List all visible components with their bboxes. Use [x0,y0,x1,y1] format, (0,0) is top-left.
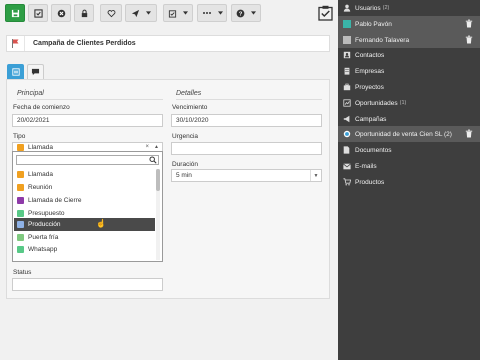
chevron-down-icon [217,11,223,15]
tab-form[interactable] [7,64,24,79]
fecha-label: Fecha de comienzo [13,104,70,111]
email-icon [338,163,355,170]
sidebar-item-emails[interactable]: E-mails [338,158,480,174]
search-icon [149,156,157,164]
square-gray-icon [338,36,355,44]
send-button[interactable] [125,4,157,22]
tipo-dropdown: Llamada Reunión Llamada de Cierre Presup… [12,151,163,262]
dropdown-option-llamada-cierre[interactable]: Llamada de Cierre [14,194,155,207]
color-swatch [17,210,24,217]
dropdown-option-whatsapp[interactable]: Whatsapp [14,243,155,256]
help-button[interactable]: ? [231,4,261,22]
tipo-label: Tipo [13,133,26,140]
save-button[interactable] [5,4,25,22]
check-square-icon [33,8,43,18]
chevron-down-icon [146,11,151,15]
vencimiento-field[interactable]: 30/10/2020 [171,114,322,127]
sidebar: Usuarios (2) Pablo Pavón Fernando Talave… [338,0,480,360]
chevron-down-icon[interactable]: ▼ [310,170,321,181]
dropdown-option-reunion[interactable]: Reunión [14,181,155,194]
dropdown-search-input[interactable] [16,155,159,165]
urgencia-label: Urgencia [172,133,199,140]
lock-button[interactable] [74,4,94,22]
lock-icon [81,9,87,17]
record-title-bar: Campaña de Clientes Perdidos [6,35,330,52]
fecha-field[interactable]: 20/02/2021 [12,114,163,127]
hand-cursor-icon: ☝ [96,219,106,228]
dropdown-option-llamada[interactable]: Llamada [14,168,155,181]
contacts-icon [338,51,355,59]
cancel-circle-icon [57,9,65,17]
chevron-down-icon [183,11,188,15]
sidebar-item-documentos[interactable]: Documentos [338,142,480,158]
sidebar-item-empresas[interactable]: Empresas [338,63,480,79]
cancel-button[interactable] [51,4,71,22]
opportunity-icon [338,99,355,107]
section-detalles: Detalles [176,90,322,100]
send-icon [131,9,140,17]
dropdown-option-produccion[interactable]: Producción ☝ [14,218,155,231]
color-swatch [17,221,24,228]
status-label: Status [13,269,32,276]
more-icon [202,12,211,14]
task-menu-button[interactable] [163,4,193,22]
duracion-label: Duración [172,161,199,168]
clear-icon[interactable]: × [145,144,149,150]
status-field[interactable] [12,278,163,291]
chevron-up-icon[interactable]: ▲ [154,144,159,150]
duracion-select[interactable]: 5 min ▼ [171,169,322,182]
toolbar: ? [0,0,338,27]
sidebar-item-oportunidades[interactable]: Oportunidades (1) [338,95,480,111]
color-swatch [17,234,24,241]
briefcase-icon [338,83,355,91]
sidebar-item-campanas[interactable]: Campañas [338,111,480,127]
user-icon [338,4,355,12]
task-icon [168,9,177,18]
scrollbar-thumb[interactable] [156,169,160,191]
sidebar-item-contactos[interactable]: Contactos [338,47,480,63]
trash-icon[interactable] [465,19,473,28]
sidebar-item-usuarios[interactable]: Usuarios (2) [338,0,480,16]
save-icon [11,9,19,17]
flag-icon[interactable] [7,36,25,51]
sidebar-item-proyectos[interactable]: Proyectos [338,79,480,95]
form-icon [11,68,20,76]
heart-icon [107,9,115,17]
sidebar-item-productos[interactable]: Productos [338,174,480,190]
more-button[interactable] [197,4,227,22]
trash-icon[interactable] [465,35,473,44]
comments-icon [31,68,40,76]
dropdown-scrollbar[interactable] [156,169,160,260]
trash-icon[interactable] [465,129,473,138]
color-swatch [17,246,24,253]
square-teal-icon [338,20,355,28]
urgencia-field[interactable] [171,142,322,155]
svg-text:?: ? [239,11,243,17]
favorite-button[interactable] [100,4,122,22]
tipo-color-swatch [17,144,24,151]
chevron-down-icon [251,11,256,15]
sidebar-item-fernando-talavera[interactable]: Fernando Talavera [338,32,480,48]
sidebar-item-pablo-pavon[interactable]: Pablo Pavón [338,16,480,32]
vencimiento-label: Vencimiento [172,104,208,111]
sidebar-item-oportunidad-venta[interactable]: Oportunidad de venta Cien SL (2) [338,126,480,142]
color-swatch [17,184,24,191]
color-swatch [17,197,24,204]
megaphone-icon [338,115,355,123]
building-icon [338,67,355,75]
cart-icon [338,178,355,186]
section-principal: Principal [17,90,163,100]
mark-done-button[interactable] [28,4,48,22]
task-type-icon [318,5,333,23]
tab-comments[interactable] [27,64,44,79]
radio-icon [338,130,355,138]
color-swatch [17,171,24,178]
help-icon: ? [236,9,245,17]
document-icon [338,146,355,154]
page-title: Campaña de Clientes Perdidos [33,40,136,47]
